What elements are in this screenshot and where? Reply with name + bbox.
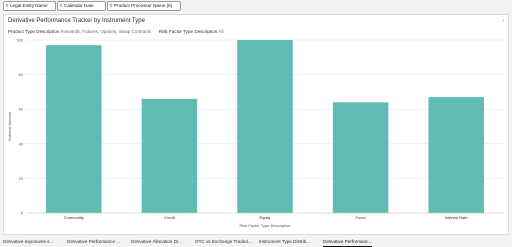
tab-derivative-performance-tracker[interactable]: Derivative Performanc... xyxy=(323,238,373,247)
x-tick-label: Equity xyxy=(259,215,270,220)
y-tick-label: 20 xyxy=(19,176,24,181)
y-tick-label: 40 xyxy=(19,141,24,146)
tab-derivative-exposures[interactable]: Derivative exposures s... xyxy=(3,238,53,246)
x-axis-title: Risk Factor Type Description xyxy=(239,223,290,228)
filter-chip-legal-entity[interactable]: ⚲Legal Entity Name xyxy=(3,1,56,11)
bar xyxy=(332,102,389,213)
bar xyxy=(237,40,293,213)
chart-panel: Derivative Performance Tracker by Instru… xyxy=(3,14,509,235)
bar-chart: 0 20 40 60 80 100 Commodity Credit Equity Forex In… xyxy=(7,38,504,228)
x-tick-label: Commodity xyxy=(64,215,84,220)
tab-instrument-type[interactable]: Instrument Type Distrib... xyxy=(259,238,310,246)
y-tick-label: 0 xyxy=(21,211,24,216)
tab-derivative-allocation[interactable]: Derivative Allocation Dr... xyxy=(131,238,182,246)
x-tick-label: Credit xyxy=(164,215,176,220)
y-axis-title: Notional Amount xyxy=(7,111,12,141)
y-tick-label: 60 xyxy=(19,107,24,112)
bar xyxy=(141,98,198,213)
tab-otc-vs-exchange[interactable]: OTC vs Exchange Traded... xyxy=(195,238,252,246)
filter-chip-calendar-date[interactable]: ⚲Calendar Date xyxy=(57,1,106,11)
bar xyxy=(428,97,484,213)
x-tick-label: Forex xyxy=(355,215,365,220)
filter-chip-product-processor[interactable]: ⚲Product Processor Name (5) xyxy=(107,1,181,11)
bar xyxy=(46,45,102,213)
y-tick-label: 100 xyxy=(16,38,23,43)
filter-bar: ⚲Legal Entity Name ⚲Calendar Date ⚲Produ… xyxy=(0,0,512,12)
tab-bar: Derivative exposures s... Derivative Per… xyxy=(0,236,512,247)
x-tick-label: Interest Rate xyxy=(445,215,469,220)
y-tick-label: 80 xyxy=(19,72,24,77)
tab-derivative-performance[interactable]: Derivative Performance ... xyxy=(67,238,120,246)
